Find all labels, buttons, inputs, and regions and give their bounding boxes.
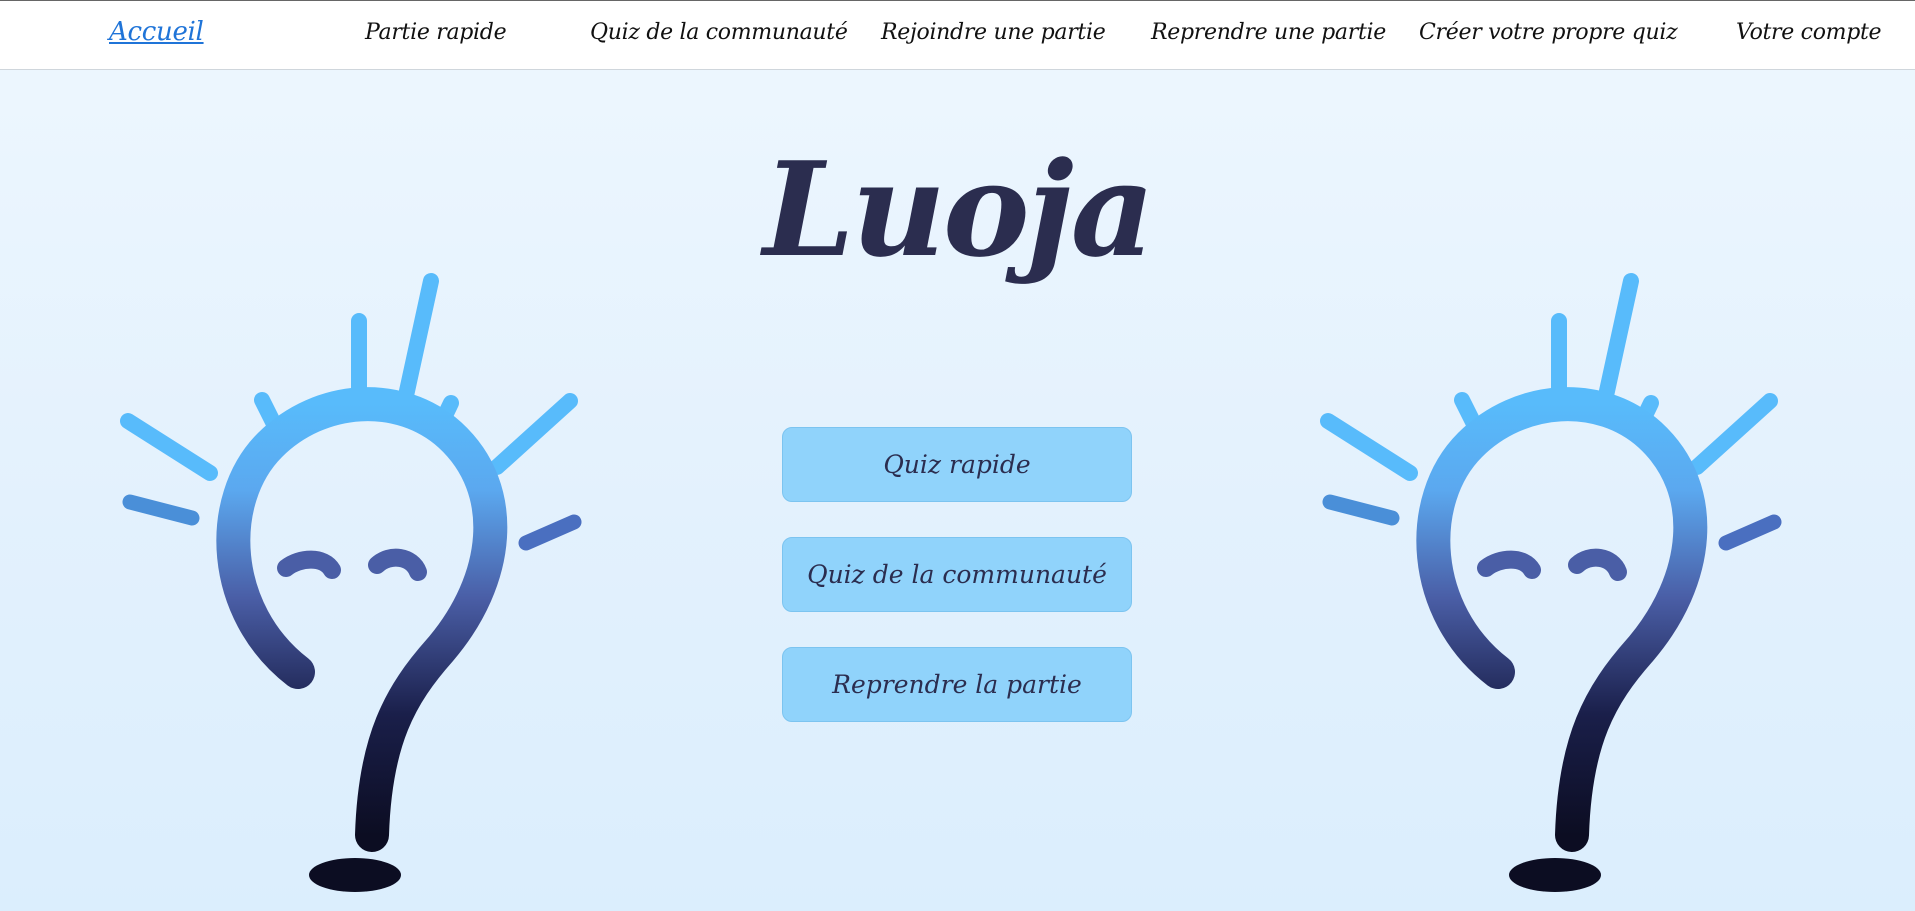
- question-dot: [1509, 858, 1601, 892]
- reprendre-partie-button[interactable]: Reprendre la partie: [782, 647, 1132, 722]
- closed-eye-right: [1568, 548, 1627, 581]
- lightbulb-question-icon: [1320, 273, 1782, 892]
- ray-line: [122, 494, 200, 526]
- ray-line: [1320, 413, 1418, 481]
- ray-line: [1689, 393, 1778, 475]
- reprendre-partie-button-label: Reprendre la partie: [832, 670, 1082, 699]
- closed-eye-right: [368, 548, 427, 581]
- nav-link-reprendre-partie[interactable]: Reprendre une partie: [1151, 20, 1386, 45]
- nav-link-creer-quiz[interactable]: Créer votre propre quiz: [1419, 20, 1678, 45]
- ray-line: [120, 413, 218, 481]
- bulb-outline: [1416, 387, 1708, 852]
- nav-link-votre-compte[interactable]: Votre compte: [1736, 20, 1882, 45]
- quiz-rapide-button[interactable]: Quiz rapide: [782, 427, 1132, 502]
- ray-line: [1322, 494, 1400, 526]
- top-navigation-bar: Accueil Partie rapide Quiz de la communa…: [0, 0, 1915, 70]
- question-dot: [309, 858, 401, 892]
- nav-link-partie-rapide[interactable]: Partie rapide: [365, 20, 507, 45]
- ray-line: [489, 393, 578, 475]
- bulb-outline: [216, 387, 508, 852]
- quiz-rapide-button-label: Quiz rapide: [883, 450, 1031, 479]
- nav-link-quiz-communaute[interactable]: Quiz de la communauté: [590, 20, 848, 45]
- closed-eye-left: [277, 550, 341, 579]
- ray-line: [518, 514, 582, 551]
- lightbulb-question-icon: [120, 273, 582, 892]
- quiz-communaute-button-label: Quiz de la communauté: [807, 560, 1107, 589]
- closed-eye-left: [1477, 550, 1541, 579]
- ray-line: [1718, 514, 1782, 551]
- nav-link-rejoindre-partie[interactable]: Rejoindre une partie: [881, 20, 1106, 45]
- quiz-communaute-button[interactable]: Quiz de la communauté: [782, 537, 1132, 612]
- nav-link-accueil[interactable]: Accueil: [109, 17, 204, 47]
